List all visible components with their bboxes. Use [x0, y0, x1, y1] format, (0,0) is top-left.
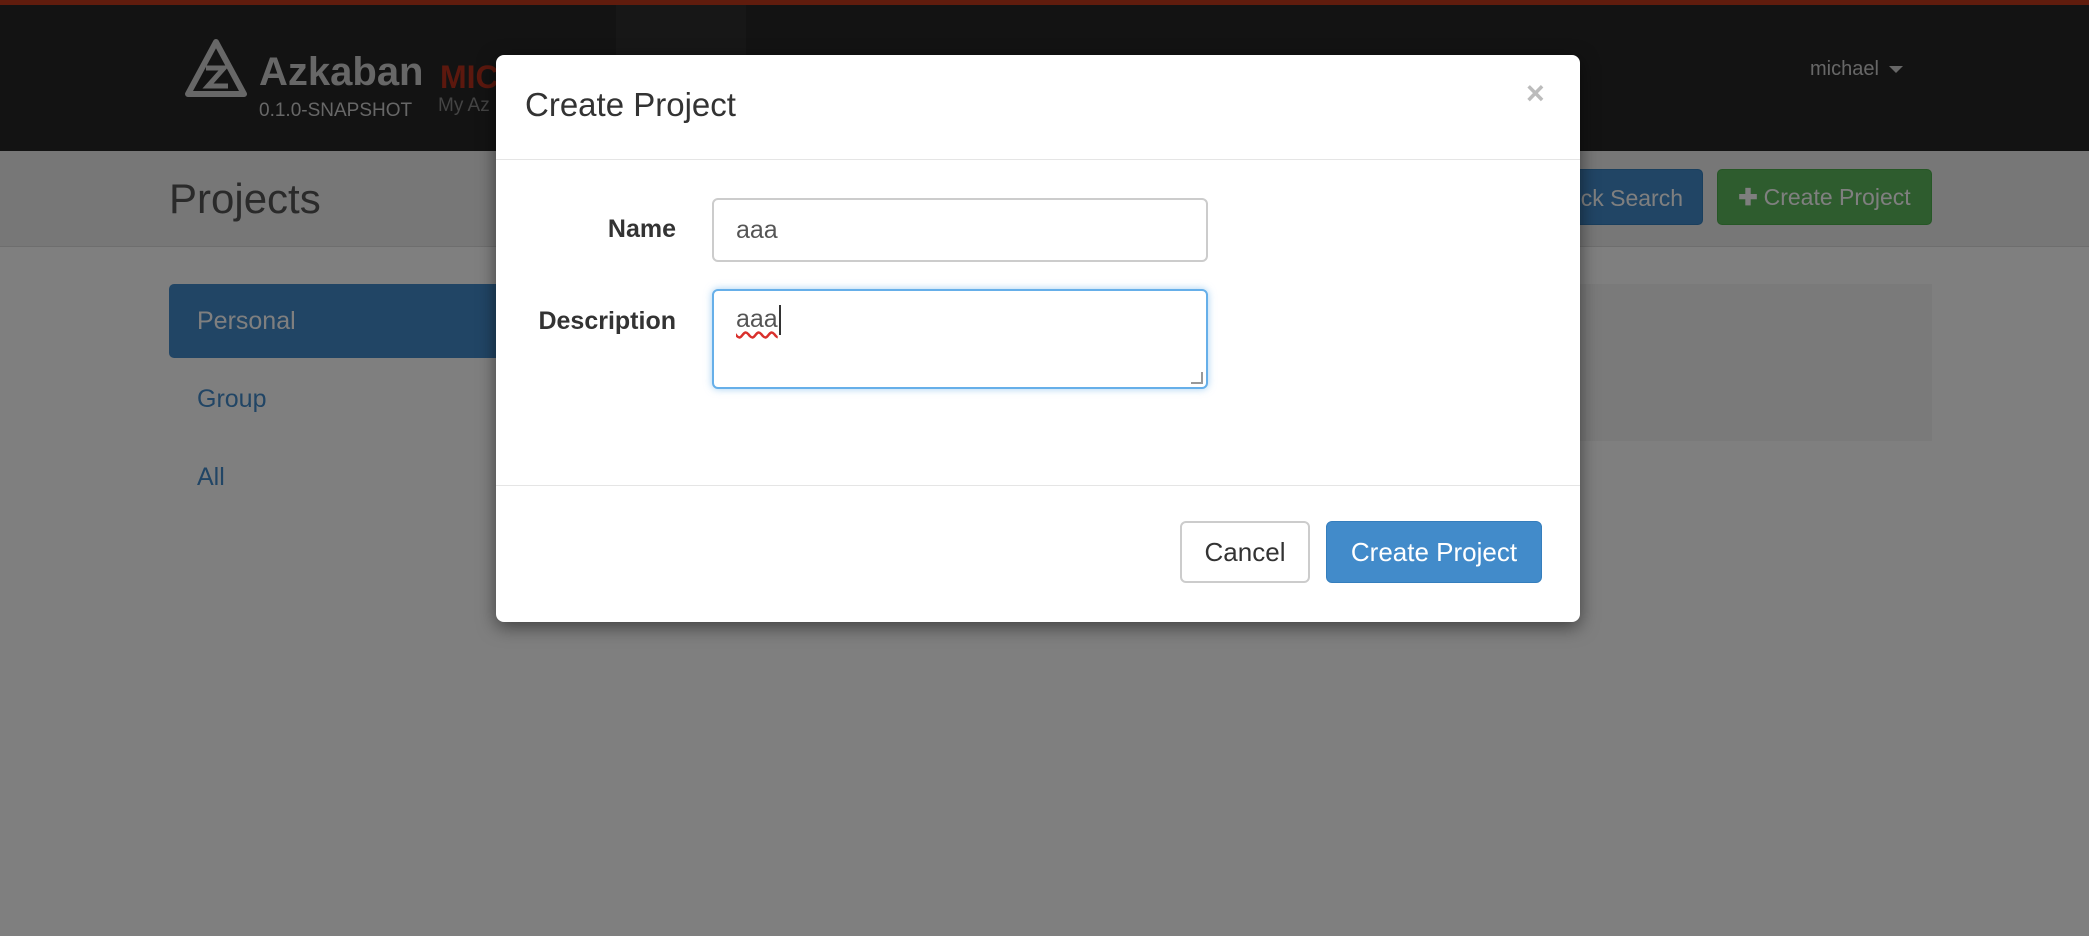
name-label: Name — [607, 215, 676, 243]
resize-handle-icon[interactable] — [1191, 372, 1203, 384]
description-textarea[interactable]: aaa — [712, 289, 1208, 389]
close-icon[interactable]: × — [1526, 75, 1545, 112]
description-label: Description — [538, 307, 676, 335]
name-input[interactable]: aaa — [712, 198, 1208, 262]
cancel-button[interactable]: Cancel — [1180, 521, 1310, 583]
create-project-modal: Create Project × Name aaa Description aa… — [496, 55, 1580, 622]
name-input-value: aaa — [736, 216, 778, 244]
create-project-button[interactable]: Create Project — [1326, 521, 1542, 583]
text-cursor — [778, 305, 781, 336]
modal-header: Create Project × — [496, 55, 1580, 160]
description-input-value: aaa — [736, 305, 778, 333]
modal-title: Create Project — [525, 86, 736, 123]
